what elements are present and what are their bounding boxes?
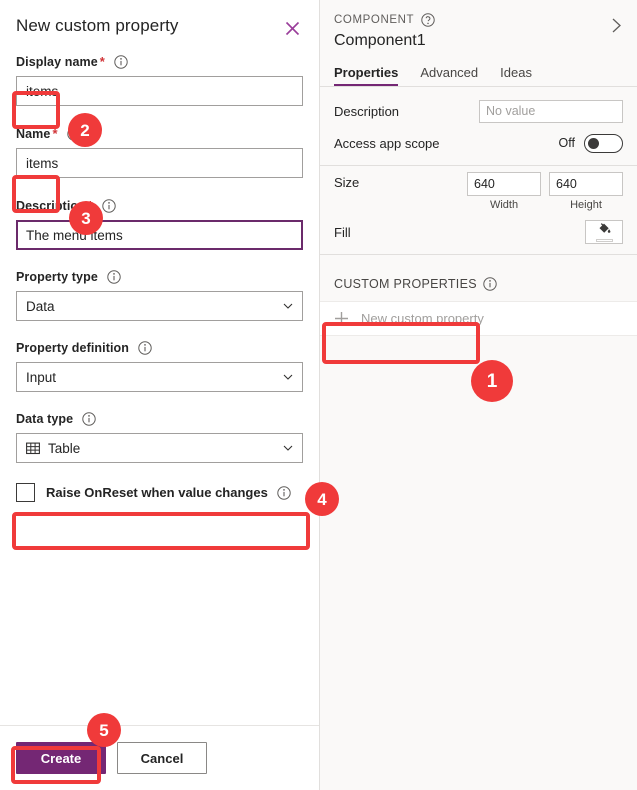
height-input[interactable]	[549, 172, 623, 196]
app-root: New custom property Display name * items…	[0, 0, 637, 790]
field-data-type: Data type Table	[16, 412, 303, 463]
close-icon[interactable]	[277, 13, 307, 43]
raise-onreset-checkbox[interactable]	[16, 483, 35, 502]
create-button[interactable]: Create	[16, 742, 106, 774]
help-circle-icon[interactable]	[421, 13, 435, 27]
label-text: Property type	[16, 270, 98, 284]
field-display-name: Display name *	[16, 54, 303, 106]
row-description: Description	[320, 95, 637, 127]
dialog-body: Display name * Name *	[0, 54, 319, 502]
size-label: Size	[334, 175, 360, 190]
properties-panel-tabs: Properties Advanced Ideas	[320, 59, 637, 87]
row-access-app-scope: Access app scope Off	[320, 127, 637, 159]
info-icon[interactable]	[483, 277, 497, 291]
width-caption: Width	[489, 199, 519, 211]
info-icon[interactable]	[107, 270, 121, 284]
page-title: New custom property	[16, 16, 179, 35]
field-label-property-definition: Property definition	[16, 341, 303, 355]
description-label: Description	[334, 103, 400, 119]
tab-advanced[interactable]: Advanced	[420, 65, 478, 86]
field-label-display-name: Display name *	[16, 54, 303, 69]
properties-panel: COMPONENT Component1 Properties Advanced…	[319, 0, 637, 790]
access-app-scope-control: Off	[558, 133, 623, 153]
property-definition-value: Input	[26, 369, 57, 385]
fill-color-swatch	[595, 239, 613, 242]
access-app-scope-toggle[interactable]	[584, 133, 623, 153]
data-type-dropdown[interactable]: Table	[16, 433, 303, 463]
info-icon[interactable]	[114, 54, 128, 69]
panel-divider-2	[320, 254, 637, 255]
chevron-down-icon	[282, 371, 294, 383]
display-name-input[interactable]	[16, 76, 303, 106]
size-fields: Width Height	[467, 172, 623, 211]
label-text: Property definition	[16, 341, 130, 355]
custom-properties-title: CUSTOM PROPERTIES	[334, 277, 477, 291]
paint-bucket-icon	[597, 222, 612, 238]
info-icon[interactable]	[138, 341, 152, 355]
info-icon[interactable]	[82, 412, 96, 426]
property-type-dropdown[interactable]: Data	[16, 291, 303, 321]
dialog-header: New custom property	[0, 0, 319, 54]
fill-label: Fill	[334, 224, 351, 240]
table-grid-icon	[26, 442, 40, 455]
description-input[interactable]	[16, 220, 303, 250]
plus-icon	[334, 311, 349, 326]
field-description: Description *	[16, 198, 303, 250]
label-text: Description	[16, 198, 86, 213]
width-input[interactable]	[467, 172, 541, 196]
component-kicker: COMPONENT	[334, 13, 623, 27]
width-cell: Width	[467, 172, 541, 211]
row-fill: Fill	[320, 216, 637, 248]
field-property-definition: Property definition Input	[16, 341, 303, 392]
row-size: Size Width Height	[320, 172, 637, 216]
chevron-right-icon[interactable]	[603, 12, 629, 38]
access-app-scope-label: Access app scope	[334, 135, 440, 151]
tab-properties[interactable]: Properties	[334, 65, 399, 86]
info-icon[interactable]	[102, 198, 116, 213]
fill-color-button[interactable]	[585, 220, 623, 244]
name-input[interactable]	[16, 148, 303, 178]
data-type-value: Table	[48, 440, 81, 456]
raise-onreset-row: Raise OnReset when value changes	[16, 483, 303, 502]
property-definition-dropdown[interactable]: Input	[16, 362, 303, 392]
field-label-description: Description *	[16, 198, 303, 213]
cancel-button[interactable]: Cancel	[117, 742, 207, 774]
raise-onreset-label: Raise OnReset when value changes	[46, 485, 268, 500]
required-asterisk: *	[52, 126, 58, 141]
new-custom-property-label: New custom property	[361, 311, 484, 326]
field-label-data-type: Data type	[16, 412, 303, 426]
component-name: Component1	[334, 32, 426, 49]
custom-properties-section-header: CUSTOM PROPERTIES	[320, 261, 637, 301]
field-property-type: Property type Data	[16, 270, 303, 321]
chevron-down-icon	[282, 442, 294, 454]
toggle-knob	[588, 137, 599, 149]
property-type-value: Data	[26, 298, 55, 314]
field-label-property-type: Property type	[16, 270, 303, 284]
field-label-name: Name *	[16, 126, 303, 141]
dialog-footer: Create Cancel	[0, 725, 319, 790]
panel-divider-1	[320, 165, 637, 166]
label-text: Display name	[16, 54, 98, 69]
height-caption: Height	[570, 199, 602, 211]
field-name: Name *	[16, 126, 303, 178]
access-app-scope-state: Off	[558, 136, 575, 150]
properties-panel-header: COMPONENT Component1	[320, 0, 637, 50]
new-custom-property-dialog: New custom property Display name * items…	[0, 0, 319, 790]
info-icon[interactable]	[277, 485, 291, 500]
new-custom-property-button[interactable]: New custom property	[320, 301, 637, 336]
required-asterisk: *	[87, 198, 94, 213]
chevron-down-icon	[282, 300, 294, 312]
component-kicker-label: COMPONENT	[334, 14, 415, 26]
info-icon[interactable]	[66, 126, 81, 141]
height-cell: Height	[549, 172, 623, 211]
tab-ideas[interactable]: Ideas	[500, 65, 532, 86]
label-text: Name	[16, 126, 51, 141]
required-asterisk: *	[99, 54, 105, 69]
label-text: Data type	[16, 412, 74, 426]
component-description-input[interactable]	[479, 99, 623, 123]
